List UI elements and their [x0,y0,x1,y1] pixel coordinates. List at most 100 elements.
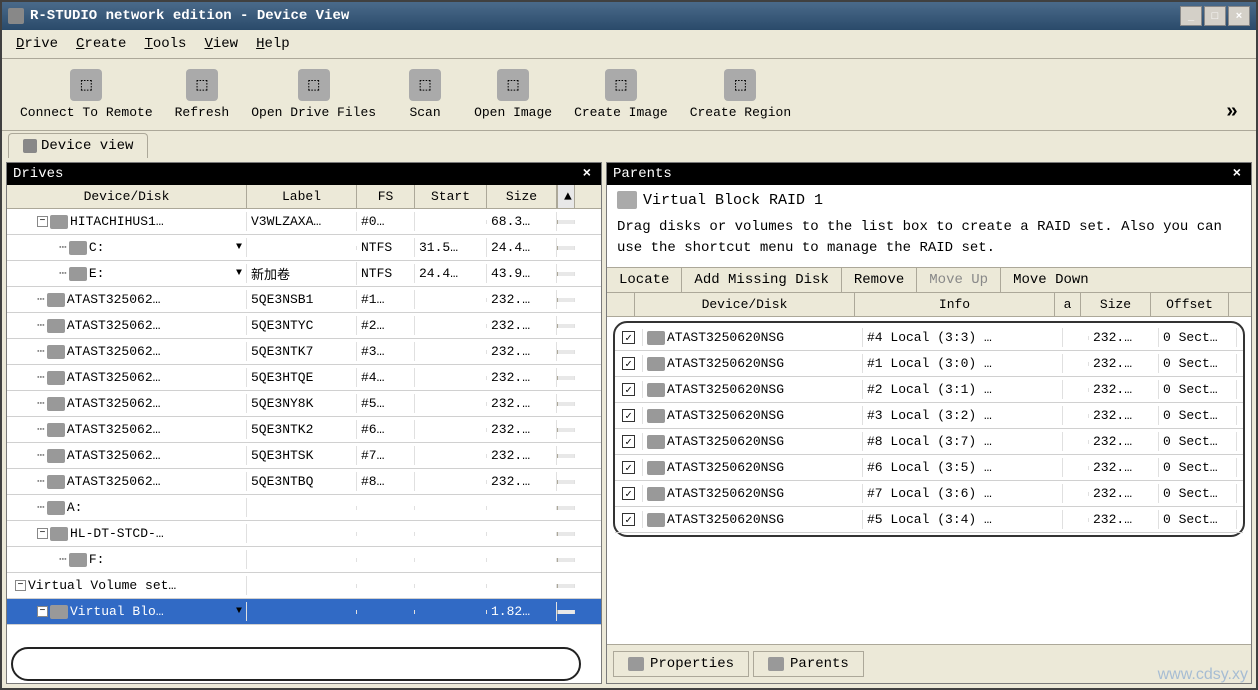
tree-line: ⋯ [59,552,67,567]
scrollbar-track[interactable] [557,402,575,406]
tree-expand-icon[interactable]: − [37,528,48,539]
scrollbar-track[interactable] [557,610,575,614]
checkbox[interactable]: ✓ [622,409,635,422]
connect-remote-button[interactable]: ⬚Connect To Remote [12,65,161,124]
cell-fs: #6… [357,420,415,439]
tree-expand-icon[interactable]: − [37,606,48,617]
close-button[interactable]: × [1228,6,1250,26]
toolbar-label: Open Drive Files [251,105,376,120]
scrollbar-track[interactable] [557,428,575,432]
toolbar-overflow-icon[interactable]: » [1226,101,1246,124]
table-row[interactable]: ⋯ATAST325062…5QE3HTQE#4…232.… [7,365,601,391]
col-device[interactable]: Device/Disk [635,293,855,316]
col-size[interactable]: Size [1081,293,1151,316]
remove-button[interactable]: Remove [842,268,917,292]
col-fs[interactable]: FS [357,185,415,208]
scrollbar-track[interactable] [557,220,575,224]
checkbox[interactable]: ✓ [622,331,635,344]
col-a[interactable]: a [1055,293,1081,316]
refresh-button[interactable]: ⬚Refresh [167,65,238,124]
table-row[interactable]: ✓ ATAST3250620NSG#2 Local (3:1) …232.…0 … [615,377,1243,403]
move-down-button[interactable]: Move Down [1001,268,1101,292]
col-info[interactable]: Info [855,293,1055,316]
tab-device-view[interactable]: Device view [8,133,148,158]
properties-button[interactable]: Properties [613,651,749,677]
checkbox[interactable]: ✓ [622,487,635,500]
menu-help[interactable]: Help [248,34,298,54]
table-row[interactable]: ⋯ATAST325062…5QE3HTSK#7…232.… [7,443,601,469]
tree-expand-icon[interactable]: − [15,580,26,591]
menu-create[interactable]: Create [68,34,134,54]
col-size[interactable]: Size [487,185,557,208]
maximize-button[interactable]: □ [1204,6,1226,26]
checkbox[interactable]: ✓ [622,461,635,474]
chevron-down-icon[interactable]: ▼ [236,606,242,617]
scrollbar-track[interactable] [557,350,575,354]
tab-label: Device view [41,138,133,154]
scrollbar-track[interactable] [557,324,575,328]
scrollbar-track[interactable] [557,246,575,250]
table-row[interactable]: ✓ ATAST3250620NSG#1 Local (3:0) …232.…0 … [615,351,1243,377]
close-icon[interactable]: × [1229,166,1245,182]
menu-view[interactable]: View [196,34,246,54]
close-icon[interactable]: × [579,166,595,182]
table-row[interactable]: ⋯ATAST325062…5QE3NTYC#2…232.… [7,313,601,339]
menu-tools[interactable]: Tools [136,34,194,54]
cell-device: ATAST3250620NSG [643,328,863,347]
cell-fs: NTFS [357,264,415,283]
scrollbar-track[interactable] [557,272,575,276]
checkbox[interactable]: ✓ [622,513,635,526]
table-row[interactable]: ⋯F: [7,547,601,573]
move-up-button[interactable]: Move Up [917,268,1001,292]
create-image-button[interactable]: ⬚Create Image [566,65,676,124]
table-row[interactable]: −HL-DT-STCD-… [7,521,601,547]
table-row[interactable]: −Virtual Blo…▼1.82… [7,599,601,625]
table-row[interactable]: ⋯ATAST325062…5QE3NTBQ#8…232.… [7,469,601,495]
table-row[interactable]: ⋯ATAST325062…5QE3NTK2#6…232.… [7,417,601,443]
checkbox[interactable]: ✓ [622,357,635,370]
parents-button[interactable]: Parents [753,651,864,677]
checkbox[interactable]: ✓ [622,435,635,448]
open-image-button[interactable]: ⬚Open Image [466,65,560,124]
table-row[interactable]: ✓ ATAST3250620NSG#3 Local (3:2) …232.…0 … [615,403,1243,429]
scan-button[interactable]: ⬚Scan [390,65,460,124]
table-row[interactable]: −HITACHIHUS1…V3WLZAXA…#0…68.3… [7,209,601,235]
table-row[interactable]: ⋯C:▼NTFS31.5…24.4… [7,235,601,261]
create-region-button[interactable]: ⬚Create Region [682,65,799,124]
scrollbar-track[interactable] [557,506,575,510]
add-missing-disk-button[interactable]: Add Missing Disk [682,268,841,292]
table-row[interactable]: ✓ ATAST3250620NSG#4 Local (3:3) …232.…0 … [615,325,1243,351]
col-device[interactable]: Device/Disk [7,185,247,208]
table-row[interactable]: ✓ ATAST3250620NSG#5 Local (3:4) …232.…0 … [615,507,1243,533]
drive-icon [647,409,665,423]
table-row[interactable]: ✓ ATAST3250620NSG#6 Local (3:5) …232.…0 … [615,455,1243,481]
col-label[interactable]: Label [247,185,357,208]
scrollbar-track[interactable] [557,298,575,302]
table-row[interactable]: ⋯ATAST325062…5QE3NY8K#5…232.… [7,391,601,417]
scrollbar-track[interactable] [557,532,575,536]
scrollbar-track[interactable] [557,376,575,380]
table-row[interactable]: ⋯ATAST325062…5QE3NTK7#3…232.… [7,339,601,365]
cell-label: 5QE3NTK2 [247,420,357,439]
col-offset[interactable]: Offset [1151,293,1229,316]
menu-drive[interactable]: Drive [8,34,66,54]
chevron-down-icon[interactable]: ▼ [236,268,242,279]
table-row[interactable]: ✓ ATAST3250620NSG#8 Local (3:7) …232.…0 … [615,429,1243,455]
locate-button[interactable]: Locate [607,268,682,292]
col-start[interactable]: Start [415,185,487,208]
scrollbar-track[interactable] [557,454,575,458]
minimize-button[interactable]: _ [1180,6,1202,26]
table-row[interactable]: ⋯E:▼新加卷NTFS24.4…43.9… [7,261,601,287]
scroll-up-icon[interactable]: ▲ [557,185,575,208]
scrollbar-track[interactable] [557,584,575,588]
checkbox[interactable]: ✓ [622,383,635,396]
table-row[interactable]: ✓ ATAST3250620NSG#7 Local (3:6) …232.…0 … [615,481,1243,507]
open-drive-files-button[interactable]: ⬚Open Drive Files [243,65,384,124]
chevron-down-icon[interactable]: ▼ [236,242,242,253]
scrollbar-track[interactable] [557,480,575,484]
scrollbar-track[interactable] [557,558,575,562]
table-row[interactable]: −Virtual Volume set… [7,573,601,599]
tree-expand-icon[interactable]: − [37,216,48,227]
table-row[interactable]: ⋯ATAST325062…5QE3NSB1#1…232.… [7,287,601,313]
table-row[interactable]: ⋯A: [7,495,601,521]
